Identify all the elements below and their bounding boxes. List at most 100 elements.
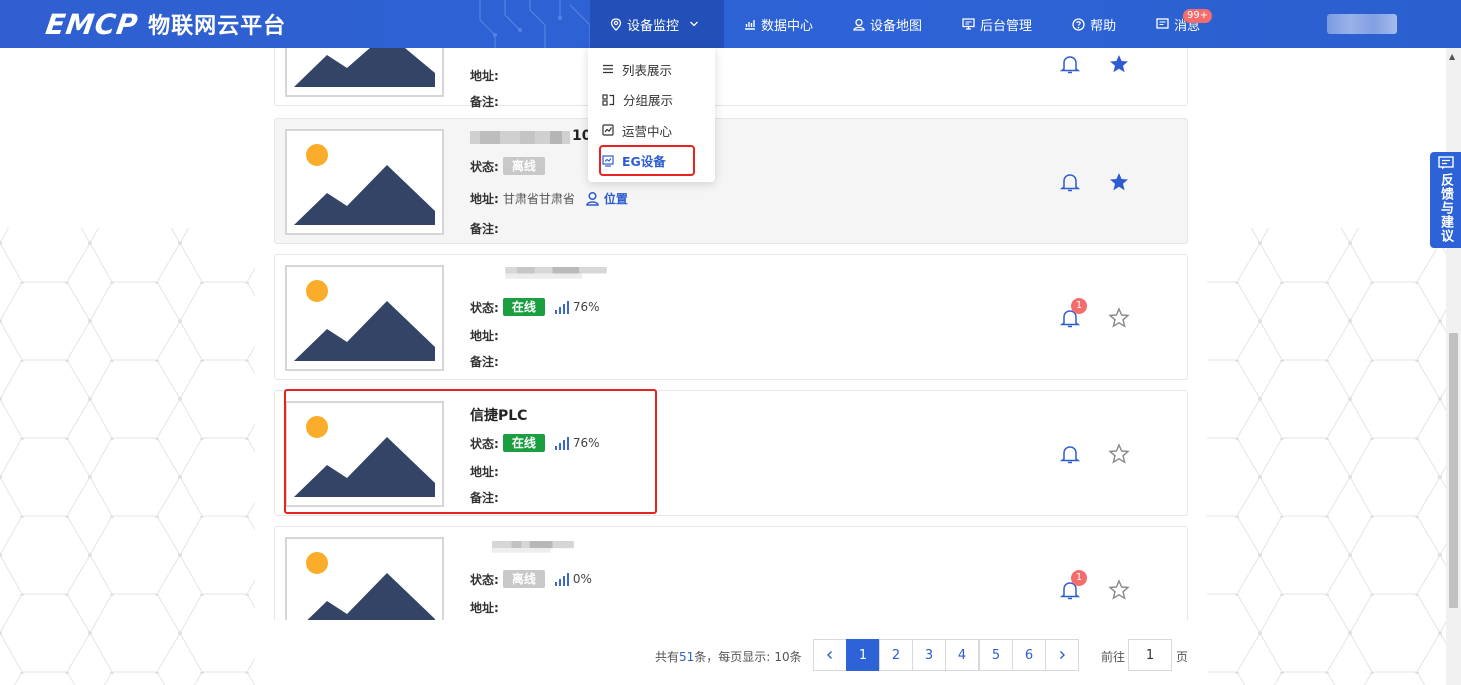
total-mid: 条，每页显示: bbox=[694, 650, 771, 664]
feedback-icon bbox=[1437, 156, 1454, 170]
xinjie-plc-highlight-box bbox=[284, 389, 657, 514]
user-location-icon bbox=[586, 191, 599, 206]
location-link-label: 位置 bbox=[603, 192, 628, 206]
device-card[interactable]: 状态: 离线 0% 地址: 1 bbox=[274, 526, 1188, 620]
top-navigation-bar: EMCP 物联网云平台 设备监控 数据中心 设备地图 后台管理 帮助 消息 99… bbox=[0, 0, 1461, 48]
pagination-total: 共有51条，每页显示: 10条 bbox=[655, 648, 802, 665]
device-card[interactable]: 地址: 备注: bbox=[274, 48, 1188, 109]
nav-help[interactable]: 帮助 bbox=[1052, 0, 1136, 48]
chevron-right-icon bbox=[1060, 651, 1065, 659]
signal-value: 76% bbox=[572, 300, 600, 314]
prev-page-button[interactable] bbox=[813, 639, 847, 671]
status-label: 状态: bbox=[470, 572, 499, 587]
device-list: 地址: 备注: 10 状态: 离线 地址: 甘肃省甘肃省 位置 备注: 状态: … bbox=[255, 48, 1207, 620]
address-label: 地址: bbox=[470, 69, 499, 83]
main-nav: 设备监控 数据中心 设备地图 后台管理 帮助 消息 99+ bbox=[590, 0, 1220, 48]
star-filled-icon[interactable] bbox=[1108, 53, 1130, 75]
goto-suffix: 页 bbox=[1176, 650, 1189, 664]
bell-icon[interactable] bbox=[1059, 53, 1081, 75]
nav-label: 设备地图 bbox=[870, 18, 923, 34]
next-page-button[interactable] bbox=[1045, 639, 1079, 671]
user-avatar[interactable] bbox=[1327, 14, 1397, 34]
logo-mark: EMCP bbox=[43, 7, 141, 41]
location-link[interactable]: 位置 bbox=[585, 190, 628, 207]
main-content: 地址: 备注: 10 状态: 离线 地址: 甘肃省甘肃省 位置 备注: 状态: … bbox=[255, 48, 1207, 685]
bell-icon[interactable] bbox=[1059, 443, 1081, 465]
logo-text: 物联网云平台 bbox=[148, 14, 287, 39]
page-button-5[interactable]: 5 bbox=[979, 639, 1013, 671]
pagination: 共有51条，每页显示:10条 1 2 3 4 5 6 前往 页 bbox=[255, 639, 1207, 671]
address-label: 地址: bbox=[470, 192, 499, 206]
scroll-up-arrow-icon[interactable]: ▲ bbox=[1449, 52, 1455, 61]
device-name-redacted bbox=[470, 131, 570, 144]
goto-prefix: 前往 bbox=[1101, 650, 1126, 664]
address-label: 地址: bbox=[470, 329, 499, 343]
signal-value: 0% bbox=[572, 572, 592, 586]
device-card[interactable]: 状态: 在线 76% 地址: 备注: 1 bbox=[274, 254, 1188, 380]
nav-device-map[interactable]: 设备地图 bbox=[833, 0, 942, 48]
device-name-redacted bbox=[492, 541, 574, 553]
menu-item-group-view[interactable]: 分组展示 bbox=[588, 85, 715, 116]
status-label: 状态: bbox=[470, 159, 499, 174]
star-outline-icon[interactable] bbox=[1108, 443, 1130, 465]
signal-strength-icon bbox=[554, 572, 571, 586]
nav-device-monitor[interactable]: 设备监控 bbox=[590, 0, 725, 48]
nav-label: 后台管理 bbox=[980, 18, 1033, 34]
goto-page-input[interactable] bbox=[1128, 639, 1172, 671]
address-value: 甘肃省甘肃省 bbox=[502, 192, 575, 206]
device-image bbox=[285, 265, 444, 371]
menu-item-operation-center[interactable]: 运营中心 bbox=[588, 115, 715, 146]
signal-strength-icon bbox=[554, 300, 571, 314]
help-icon bbox=[1072, 17, 1085, 31]
device-card[interactable]: 10 状态: 离线 地址: 甘肃省甘肃省 位置 备注: bbox=[274, 118, 1188, 244]
image-placeholder-icon bbox=[294, 48, 435, 87]
scrollbar-thumb[interactable] bbox=[1449, 333, 1458, 608]
device-image bbox=[285, 537, 444, 620]
star-outline-icon[interactable] bbox=[1108, 579, 1130, 601]
nav-label: 帮助 bbox=[1090, 18, 1117, 34]
per-page-selector[interactable]: 10条 bbox=[774, 650, 801, 664]
nav-label: 设备监控 bbox=[627, 18, 680, 34]
page-button-6[interactable]: 6 bbox=[1012, 639, 1046, 671]
message-icon bbox=[1156, 18, 1169, 29]
logo[interactable]: EMCP 物联网云平台 bbox=[43, 7, 287, 41]
menu-item-list-view[interactable]: 列表展示 bbox=[588, 54, 715, 85]
star-outline-icon[interactable] bbox=[1108, 307, 1130, 329]
page-button-2[interactable]: 2 bbox=[879, 639, 913, 671]
page-button-1[interactable]: 1 bbox=[846, 639, 880, 671]
total-count: 51 bbox=[679, 650, 695, 664]
menu-item-label: 运营中心 bbox=[622, 123, 673, 139]
feedback-button[interactable]: 反馈与建议 bbox=[1430, 152, 1461, 248]
remark-label: 备注: bbox=[470, 222, 499, 236]
eg-device-highlight-box bbox=[599, 145, 695, 176]
operation-icon bbox=[602, 124, 614, 136]
list-icon bbox=[603, 65, 613, 74]
alarm-count-badge: 1 bbox=[1071, 298, 1087, 314]
nav-backend-admin[interactable]: 后台管理 bbox=[942, 0, 1052, 48]
nav-data-center[interactable]: 数据中心 bbox=[724, 0, 833, 48]
chart-icon bbox=[745, 20, 756, 30]
nav-messages[interactable]: 消息 99+ bbox=[1136, 0, 1220, 48]
status-badge: 离线 bbox=[502, 157, 545, 175]
bell-icon[interactable] bbox=[1059, 171, 1081, 193]
menu-item-label: 列表展示 bbox=[622, 62, 673, 78]
feedback-label: 反馈与建议 bbox=[1438, 173, 1453, 243]
chevron-down-icon bbox=[690, 21, 698, 27]
message-count-badge: 99+ bbox=[1182, 9, 1213, 23]
status-badge: 在线 bbox=[502, 298, 545, 316]
device-image bbox=[285, 129, 444, 235]
remark-label: 备注: bbox=[470, 95, 499, 109]
page-button-4[interactable]: 4 bbox=[945, 639, 979, 671]
page-scrollbar[interactable]: ▲ bbox=[1446, 48, 1461, 685]
circuit-decoration bbox=[479, 0, 591, 48]
device-image bbox=[285, 48, 444, 97]
location-pin-icon bbox=[610, 17, 622, 31]
address-label: 地址: bbox=[470, 601, 499, 615]
star-filled-icon[interactable] bbox=[1108, 171, 1130, 193]
menu-item-label: 分组展示 bbox=[623, 93, 674, 109]
page-button-3[interactable]: 3 bbox=[912, 639, 946, 671]
group-icon bbox=[602, 94, 615, 106]
nav-label: 数据中心 bbox=[761, 18, 814, 34]
device-name-redacted bbox=[505, 267, 607, 279]
total-prefix: 共有 bbox=[655, 650, 680, 664]
